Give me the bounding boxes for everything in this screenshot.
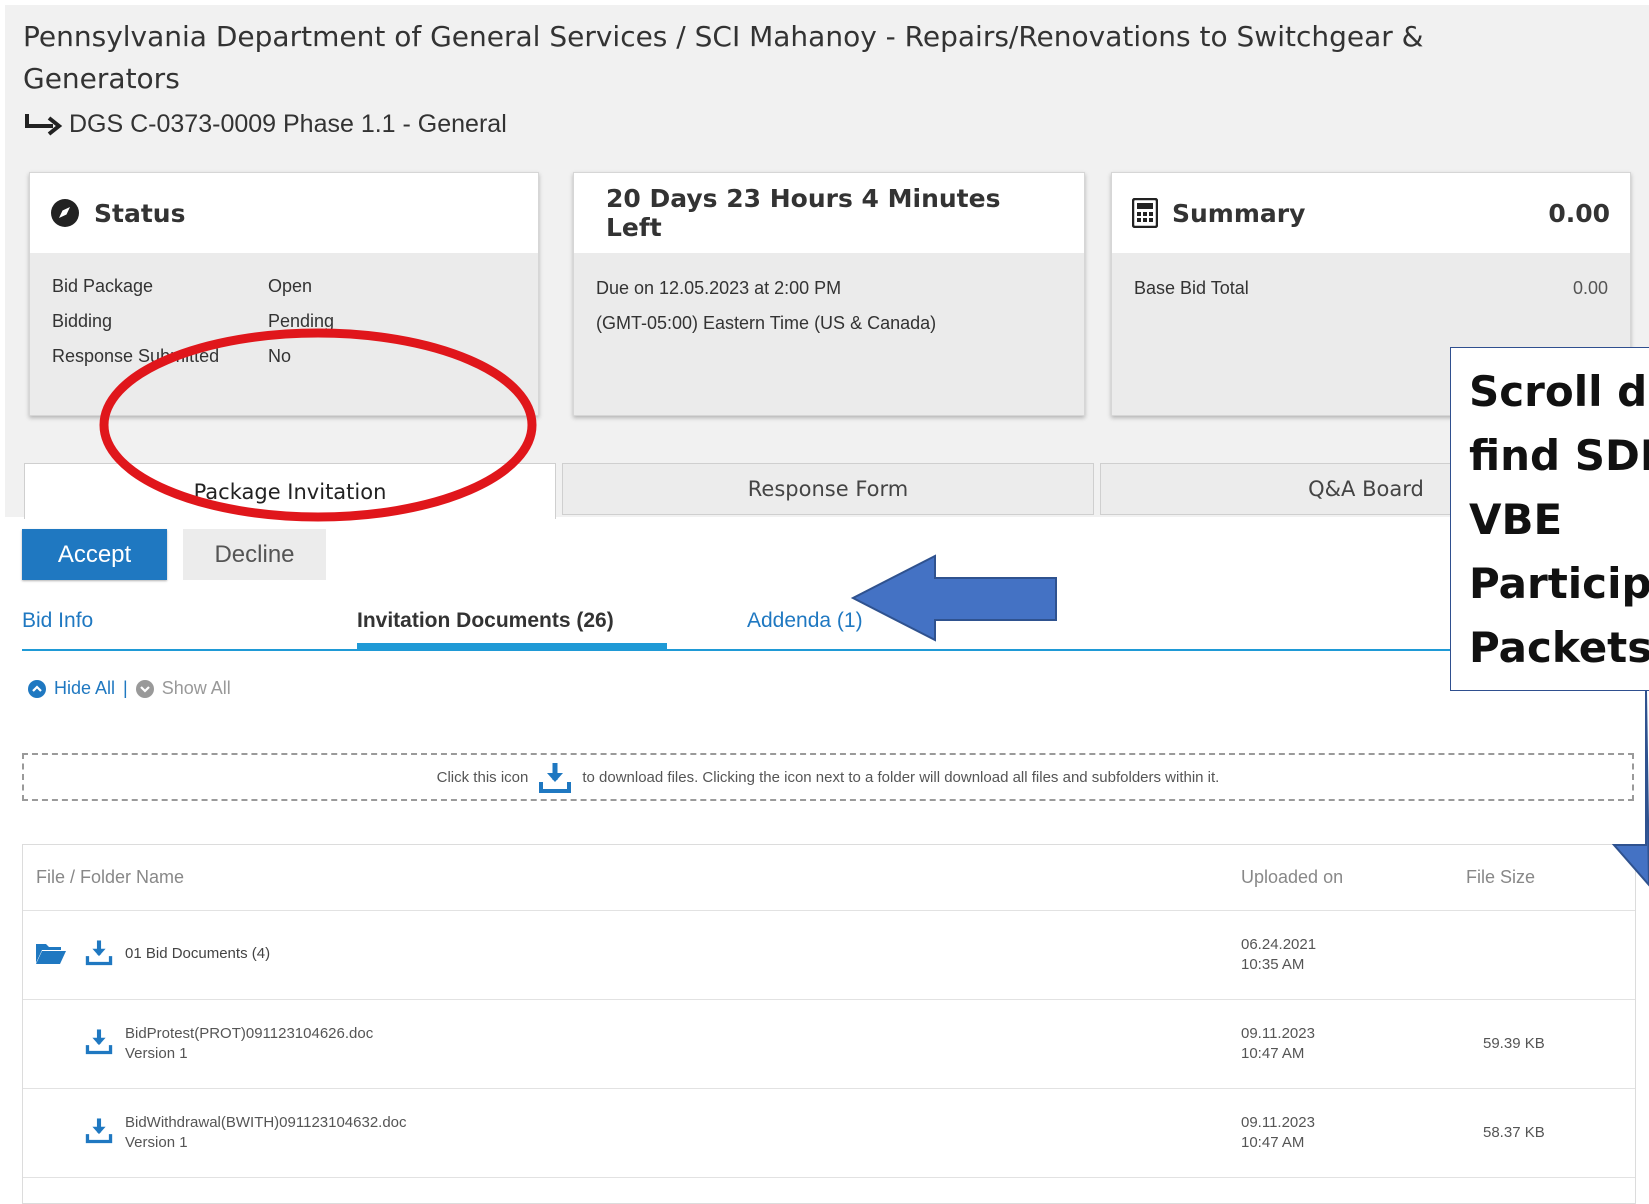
file-version: Version 1: [125, 1134, 188, 1151]
toggle-separator: |: [123, 678, 128, 698]
file-size: 58.37 KB: [1483, 1124, 1545, 1141]
download-icon[interactable]: [85, 1027, 113, 1055]
upload-date: 09.11.2023 10:47 AM: [1241, 1114, 1315, 1151]
expand-collapse-controls: Hide All | Show All: [28, 678, 231, 699]
time-left-title: 20 Days 23 Hours 4 Minutes Left: [606, 184, 1001, 242]
file-name-cell: BidWithdrawal(BWITH)091123104632.doc Ver…: [125, 1113, 407, 1153]
subtab-bid-info[interactable]: Bid Info: [22, 609, 93, 633]
table-row[interactable]: BidProtest(PROT)091123104626.doc Version…: [23, 1000, 1635, 1089]
due-date: Due on 12.05.2023 at 2:00 PM: [596, 278, 842, 298]
main-tabs: Package Invitation Response Form Q&A Boa…: [24, 463, 1632, 519]
download-icon[interactable]: [85, 938, 113, 966]
upload-date: 09.11.2023 10:47 AM: [1241, 1025, 1315, 1062]
download-icon[interactable]: [85, 1116, 113, 1144]
time-left-card: 20 Days 23 Hours 4 Minutes Left Due on 1…: [573, 172, 1085, 416]
calculator-icon: [1132, 198, 1158, 228]
package-name: DGS C-0373-0009 Phase 1.1 - General: [69, 110, 507, 138]
file-size: 59.39 KB: [1483, 1035, 1545, 1052]
upload-date: 06.24.2021 10:35 AM: [1241, 936, 1317, 973]
chevron-down-circle-icon[interactable]: [135, 679, 154, 698]
sub-tabs: Bid Info Invitation Documents (26) Adden…: [22, 603, 1632, 651]
download-icon: [538, 760, 572, 794]
base-bid-total-row: Base Bid Total 0.00: [1134, 278, 1608, 298]
folder-name[interactable]: 01 Bid Documents (4): [125, 945, 270, 962]
column-size[interactable]: File Size: [1466, 867, 1535, 888]
status-card: Status Bid Package Open Bidding Pending Re…: [29, 172, 539, 416]
active-subtab-indicator: [357, 643, 667, 649]
hint-text-after: to download files. Clicking the icon nex…: [582, 768, 1220, 786]
summary-title: Summary: [1172, 198, 1306, 228]
decline-button[interactable]: Decline: [183, 529, 326, 580]
file-name-cell: BidProtest(PROT)091123104626.doc Version…: [125, 1024, 373, 1064]
status-row-response-submitted: Response Submitted No: [52, 346, 292, 366]
column-name[interactable]: File / Folder Name: [36, 867, 184, 888]
status-row-bidding: Bidding Pending: [52, 311, 335, 331]
tab-package-invitation[interactable]: Package Invitation: [24, 463, 556, 519]
hint-text-before: Click this icon: [436, 768, 529, 786]
subtab-addenda[interactable]: Addenda (1): [747, 609, 863, 633]
return-arrow-icon: [23, 112, 63, 138]
tab-response-form[interactable]: Response Form: [562, 463, 1094, 515]
accept-button[interactable]: Accept: [22, 529, 167, 580]
status-row-bid-package: Bid Package Open: [52, 276, 313, 296]
table-row[interactable]: BidWithdrawal(BWITH)091123104632.doc Ver…: [23, 1089, 1635, 1178]
folder-open-icon[interactable]: [35, 941, 67, 965]
annotation-callout: Scroll do find SDB VBE Participa Packets: [1450, 347, 1649, 691]
summary-total: 0.00: [1548, 198, 1610, 228]
download-hint: Click this icon to download files. Click…: [22, 753, 1634, 801]
column-uploaded[interactable]: Uploaded on: [1241, 867, 1343, 888]
file-name[interactable]: BidWithdrawal(BWITH)091123104632.doc: [125, 1113, 407, 1133]
file-version: Version 1: [125, 1045, 188, 1062]
table-row[interactable]: 01 Bid Documents (4) 06.24.2021 10:35 AM: [23, 911, 1635, 1000]
compass-icon: [50, 198, 80, 228]
hide-all-link[interactable]: Hide All: [54, 678, 115, 699]
status-title: Status: [94, 198, 186, 228]
file-table-header: File / Folder Name Uploaded on File Size: [23, 845, 1635, 911]
show-all-link[interactable]: Show All: [162, 678, 231, 699]
page-title: Pennsylvania Department of General Servi…: [23, 20, 1424, 95]
breadcrumb: DGS C-0373-0009 Phase 1.1 - General: [23, 110, 507, 139]
chevron-up-circle-icon[interactable]: [28, 679, 46, 698]
subtab-invitation-documents[interactable]: Invitation Documents (26): [357, 609, 614, 633]
file-name[interactable]: BidProtest(PROT)091123104626.doc: [125, 1024, 373, 1044]
file-table: File / Folder Name Uploaded on File Size…: [22, 844, 1636, 1204]
timezone: (GMT-05:00) Eastern Time (US & Canada): [596, 313, 937, 333]
